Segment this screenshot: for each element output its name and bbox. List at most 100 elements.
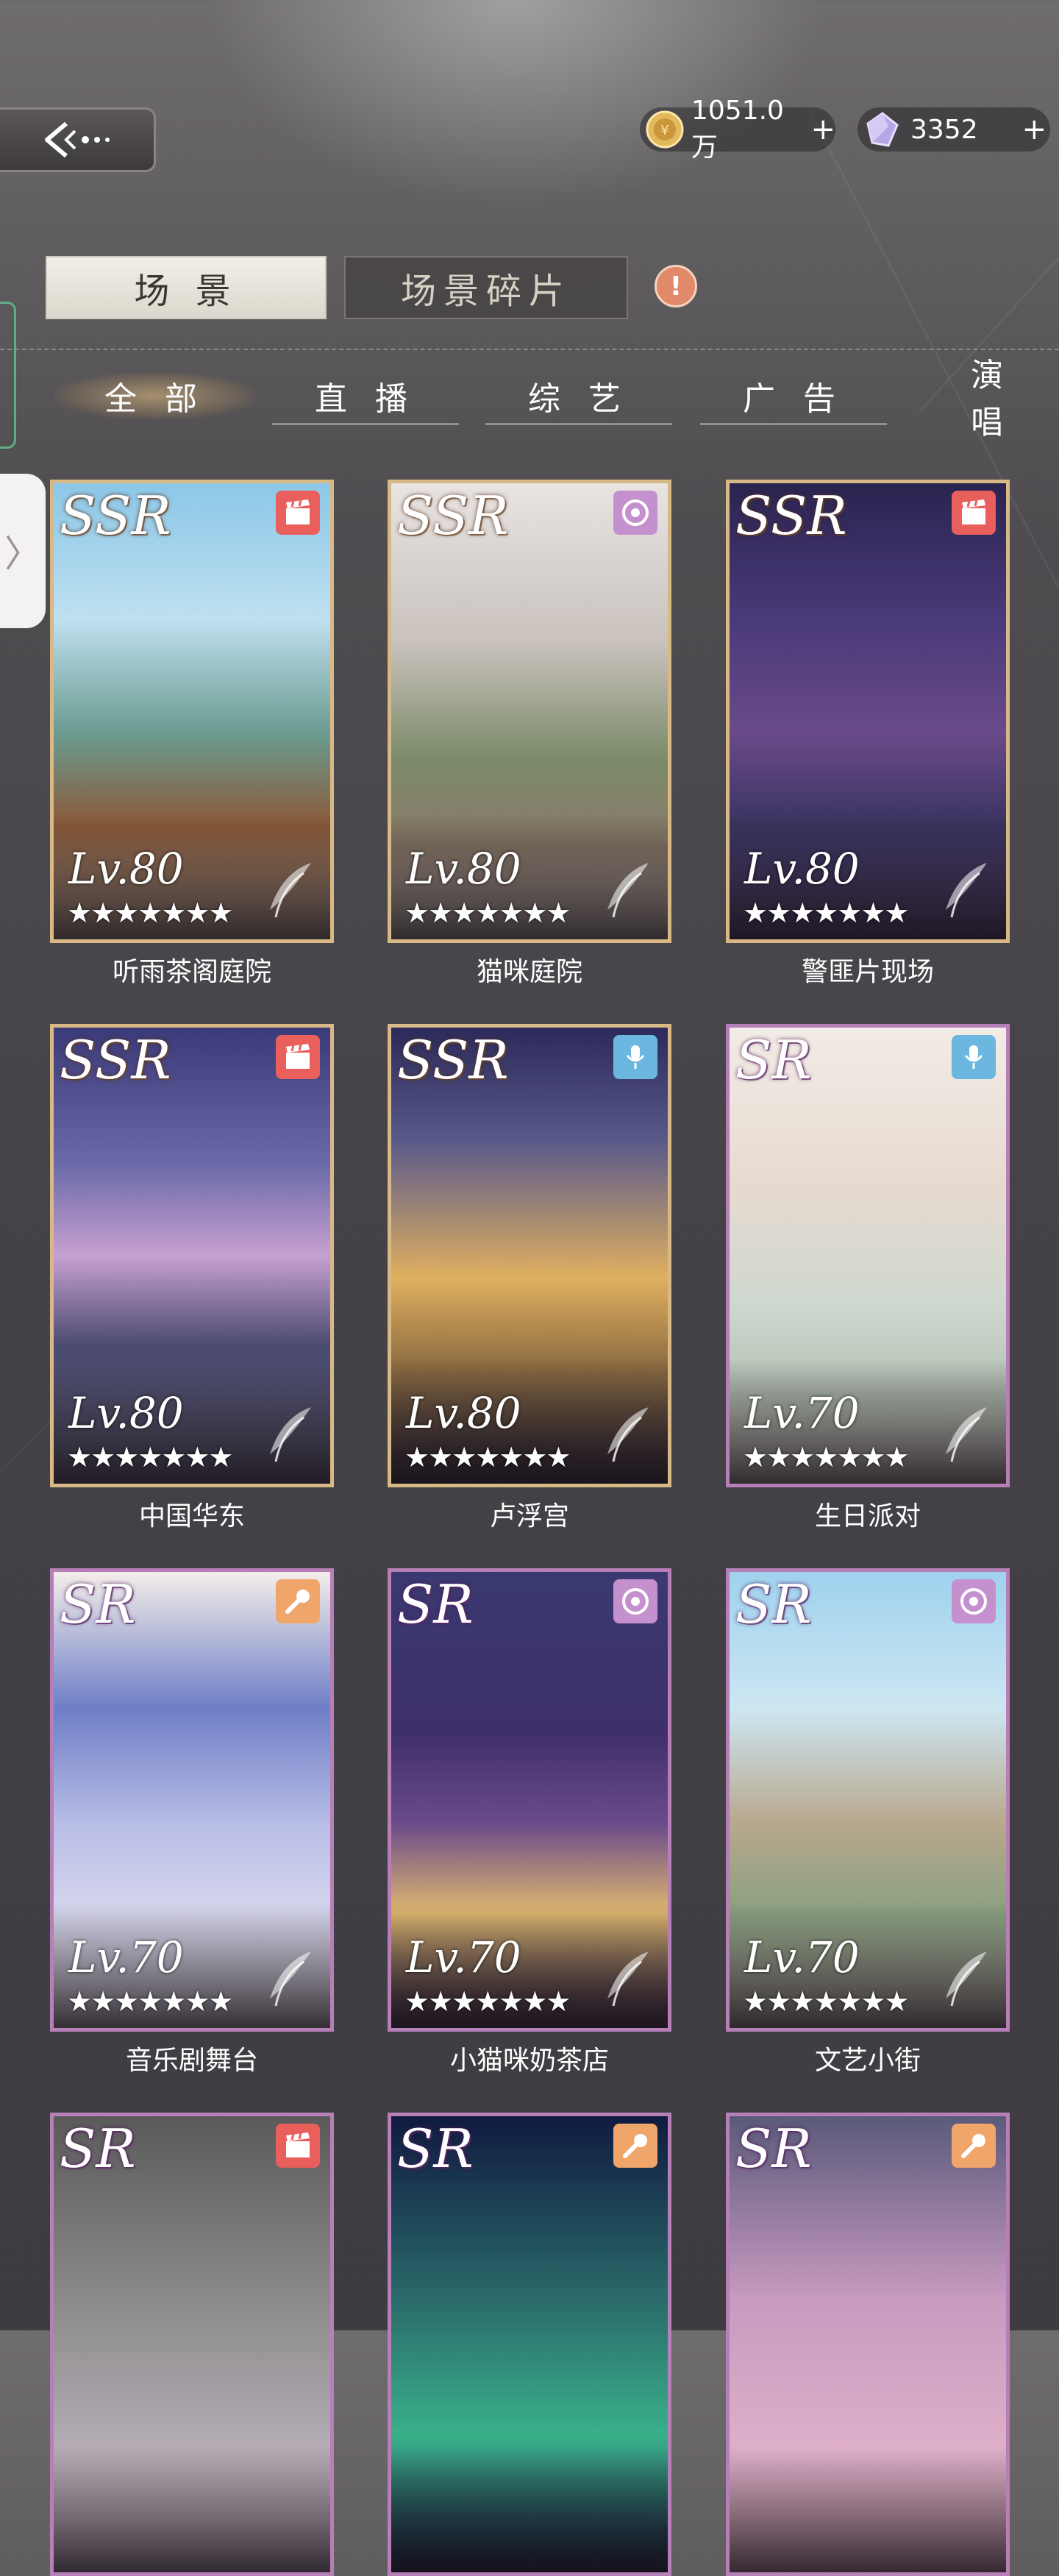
card-level: Lv.70 bbox=[406, 1932, 521, 1982]
film-icon bbox=[952, 491, 996, 535]
category-tab-label: 广 告 bbox=[743, 380, 844, 418]
scene-card-name: 中国华东 bbox=[138, 1501, 245, 1531]
tab-scenes[interactable]: 场 景 bbox=[46, 256, 327, 319]
star-rating: ★★★★★★★ bbox=[404, 1441, 571, 1473]
rarity-badge: SR bbox=[60, 1573, 136, 1635]
star-rating: ★★★★★★★ bbox=[743, 1985, 909, 2018]
star-rating: ★★★★★★★ bbox=[67, 1441, 233, 1473]
gem-counter: 3352 + bbox=[857, 107, 1050, 152]
feather-icon bbox=[607, 1951, 649, 2007]
scene-card-name: 音乐剧舞台 bbox=[125, 2046, 258, 2076]
scene-card-name: 警匪片现场 bbox=[801, 957, 934, 987]
category-tab-concert[interactable]: 演 唱 bbox=[915, 357, 1059, 441]
tab-scene-fragments-label: 场景碎片 bbox=[400, 271, 571, 312]
rarity-badge: SR bbox=[735, 2118, 812, 2180]
feather-icon bbox=[946, 1407, 987, 1462]
film-icon bbox=[276, 1035, 320, 1079]
back-arrow-icon bbox=[44, 121, 110, 158]
scene-card-name: 卢浮宫 bbox=[489, 1501, 569, 1531]
card-level: Lv.70 bbox=[744, 1932, 860, 1982]
card-level: Lv.70 bbox=[744, 1388, 860, 1438]
rarity-badge: SR bbox=[735, 1573, 812, 1635]
coin-icon: ¥ bbox=[646, 110, 684, 149]
rarity-badge: SSR bbox=[397, 485, 509, 547]
tab-underline bbox=[485, 423, 672, 425]
svg-text:¥: ¥ bbox=[660, 123, 668, 138]
coin-amount: 1051.0万 bbox=[691, 95, 784, 163]
card-level: Lv.80 bbox=[406, 1388, 521, 1438]
mic-icon bbox=[613, 1035, 657, 1079]
star-rating: ★★★★★★★ bbox=[743, 897, 909, 929]
category-tab-ads[interactable]: 广 告 bbox=[700, 366, 887, 425]
disc-icon bbox=[952, 1579, 996, 1623]
mic-icon bbox=[952, 1035, 996, 1079]
disc-icon bbox=[613, 1579, 657, 1623]
category-tab-all[interactable]: 全 部 bbox=[54, 366, 256, 425]
gem-icon bbox=[866, 112, 899, 147]
side-accent bbox=[0, 302, 16, 449]
add-coins-button[interactable]: + bbox=[810, 113, 835, 146]
feather-icon bbox=[270, 1951, 311, 2007]
back-button[interactable] bbox=[0, 107, 156, 172]
scene-card[interactable]: SSR Lv.80 ★★★★★★★ bbox=[726, 480, 1010, 943]
rarity-badge: SSR bbox=[60, 485, 171, 547]
scene-card[interactable]: SR Lv.70 ★★★★★★★ bbox=[388, 1568, 671, 2032]
feather-icon bbox=[270, 1407, 311, 1462]
scene-card[interactable]: SR Lv.70 ★★★★★★★ bbox=[726, 1568, 1010, 2032]
star-rating: ★★★★★★★ bbox=[67, 1985, 233, 2018]
category-tab-label: 综 艺 bbox=[528, 380, 630, 418]
rarity-badge: SR bbox=[60, 2118, 136, 2180]
rarity-badge: SSR bbox=[397, 1029, 509, 1091]
card-shade bbox=[54, 2447, 330, 2572]
card-shade bbox=[730, 2447, 1006, 2572]
add-gems-button[interactable]: + bbox=[1022, 113, 1047, 146]
category-tab-label: 演 唱 bbox=[971, 357, 1012, 441]
side-drawer-toggle[interactable]: 〉 bbox=[0, 474, 46, 628]
rarity-badge: SSR bbox=[735, 485, 847, 547]
card-level: Lv.80 bbox=[68, 1388, 184, 1438]
film-icon bbox=[276, 491, 320, 535]
feather-icon bbox=[607, 863, 649, 918]
scene-card[interactable]: SSR Lv.80 ★★★★★★★ bbox=[50, 480, 334, 943]
category-tab-label: 直 播 bbox=[315, 380, 416, 418]
rarity-badge: SR bbox=[397, 2118, 474, 2180]
scene-card-name: 小猫咪奶茶店 bbox=[449, 2046, 609, 2076]
tab-scene-fragments[interactable]: 场景碎片 bbox=[344, 256, 628, 319]
star-rating: ★★★★★★★ bbox=[67, 897, 233, 929]
tab-scenes-label: 场 景 bbox=[134, 271, 238, 312]
chevron-right-icon: 〉 bbox=[4, 533, 41, 575]
category-tab-live[interactable]: 直 播 bbox=[272, 366, 459, 425]
handmic-icon bbox=[276, 1579, 320, 1623]
category-tab-variety[interactable]: 综 艺 bbox=[485, 366, 672, 425]
scene-card[interactable]: SR bbox=[388, 2113, 671, 2576]
scene-card[interactable]: SSR Lv.80 ★★★★★★★ bbox=[50, 1024, 334, 1487]
scene-card-name: 生日派对 bbox=[814, 1501, 921, 1531]
category-tab-label: 全 部 bbox=[104, 380, 206, 418]
coin-counter: ¥ 1051.0万 + bbox=[640, 96, 835, 163]
feather-icon bbox=[946, 1951, 987, 2007]
feather-icon bbox=[946, 863, 987, 918]
scene-card[interactable]: SSR Lv.80 ★★★★★★★ bbox=[388, 480, 671, 943]
handmic-icon bbox=[613, 2124, 657, 2168]
card-shade bbox=[391, 2447, 668, 2572]
scene-card[interactable]: SSR Lv.80 ★★★★★★★ bbox=[388, 1024, 671, 1487]
feather-icon bbox=[607, 1407, 649, 1462]
scene-card[interactable]: SR Lv.70 ★★★★★★★ bbox=[726, 1024, 1010, 1487]
scene-card[interactable]: SR bbox=[50, 2113, 334, 2576]
scene-card-name: 猫咪庭院 bbox=[476, 957, 582, 987]
handmic-icon bbox=[952, 2124, 996, 2168]
star-rating: ★★★★★★★ bbox=[404, 897, 571, 929]
star-rating: ★★★★★★★ bbox=[743, 1441, 909, 1473]
tab-underline bbox=[272, 423, 459, 425]
card-level: Lv.80 bbox=[406, 844, 521, 894]
card-level: Lv.70 bbox=[68, 1932, 184, 1982]
star-rating: ★★★★★★★ bbox=[404, 1985, 571, 2018]
alert-icon[interactable]: ! bbox=[655, 265, 697, 307]
gem-amount: 3352 bbox=[910, 114, 978, 145]
scene-card-name: 文艺小街 bbox=[814, 2046, 921, 2076]
rarity-badge: SSR bbox=[60, 1029, 171, 1091]
scene-card[interactable]: SR Lv.70 ★★★★★★★ bbox=[50, 1568, 334, 2032]
scene-card-name: 听雨茶阁庭院 bbox=[112, 957, 271, 987]
rarity-badge: SR bbox=[397, 1573, 474, 1635]
scene-card[interactable]: SR bbox=[726, 2113, 1010, 2576]
